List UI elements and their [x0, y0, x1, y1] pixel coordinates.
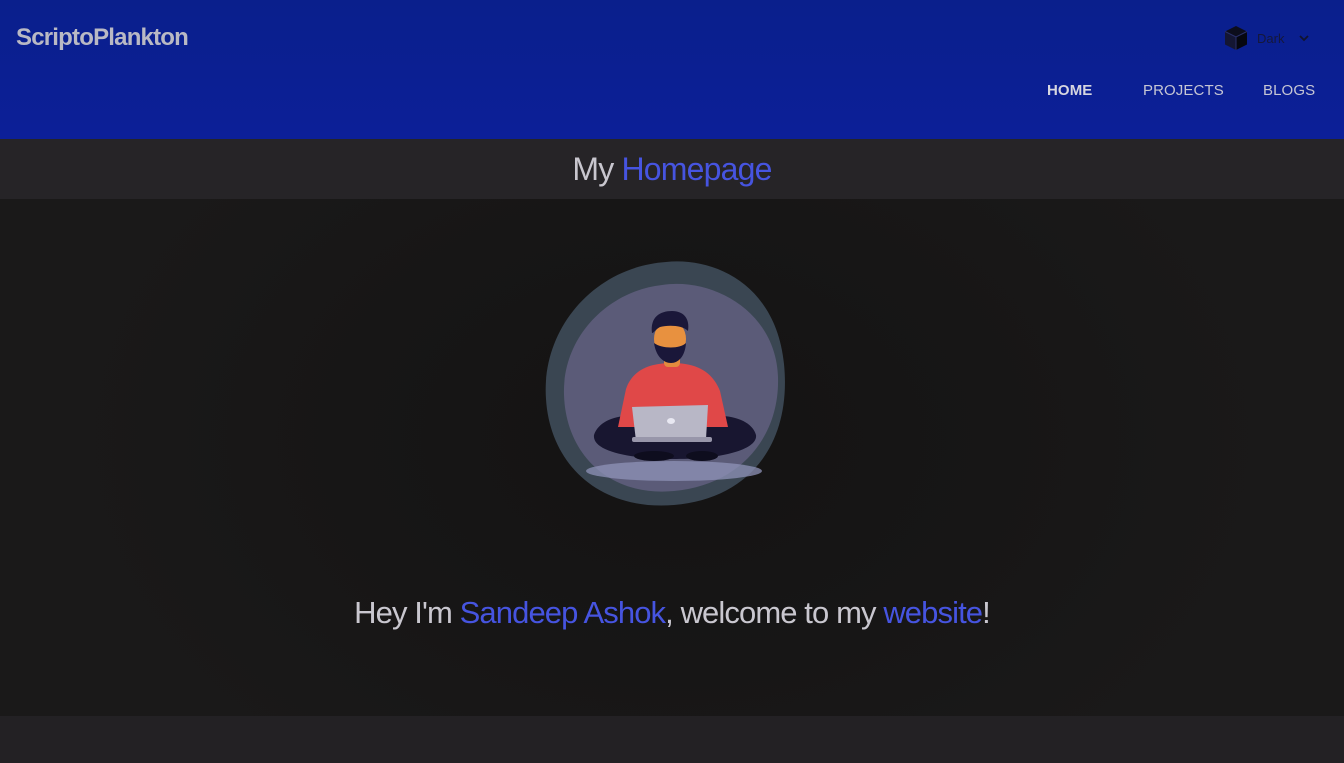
main-nav: HOME PROJECTS BLOGS: [1024, 82, 1344, 104]
nav-home[interactable]: HOME: [1047, 82, 1092, 99]
greeting-part3: !: [982, 595, 991, 630]
website-link[interactable]: website: [883, 595, 983, 630]
author-name: Sandeep Ashok: [459, 595, 666, 630]
top-header: ScriptoPlankton Dark HOME PROJECTS BLOGS: [0, 0, 1344, 139]
nav-blogs[interactable]: BLOGS: [1263, 82, 1315, 99]
hero-section: Hey I'm Sandeep Ashok, welcome to my web…: [0, 199, 1344, 716]
greeting-part2: , welcome to my: [665, 595, 884, 630]
page-title-bar: My Homepage: [0, 139, 1344, 199]
chevron-down-icon: [1299, 35, 1310, 42]
site-brand[interactable]: ScriptoPlankton: [16, 24, 189, 52]
cube-icon: [1224, 26, 1248, 50]
person-with-laptop-illustration: [545, 261, 785, 506]
theme-label: Dark: [1257, 30, 1285, 46]
nav-projects[interactable]: PROJECTS: [1143, 82, 1224, 99]
page-title-prefix: My: [572, 151, 614, 187]
page-title-highlight: Homepage: [621, 151, 773, 187]
welcome-message: Hey I'm Sandeep Ashok, welcome to my web…: [0, 595, 1344, 631]
footer-band: [0, 716, 1344, 763]
greeting-part1: Hey I'm: [354, 595, 460, 630]
theme-switcher[interactable]: Dark: [1222, 24, 1310, 52]
page-title: My Homepage: [0, 139, 1344, 199]
